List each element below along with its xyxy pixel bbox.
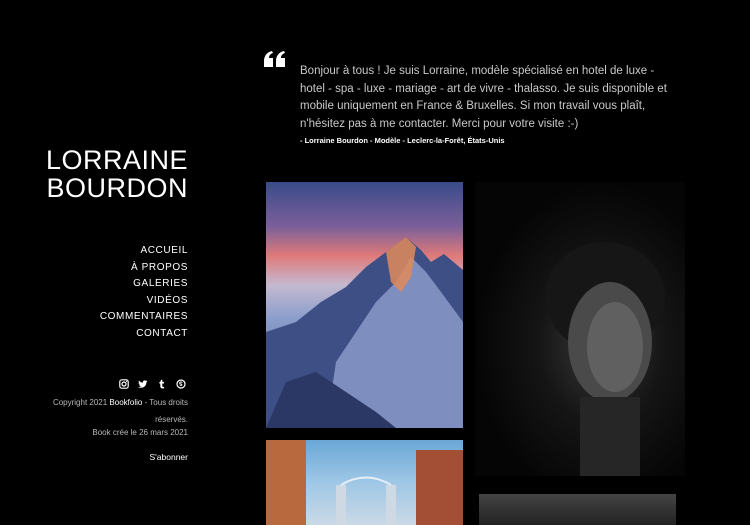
copyright-prefix: Copyright 2021 [52,398,110,407]
quote-icon [264,51,286,71]
gallery-photo-mountain[interactable] [266,182,463,428]
quote-text: Bonjour à tous ! Je suis Lorraine, modèl… [300,65,667,130]
main-nav: ACCUEIL À PROPOS GALERIES VIDÉOS COMMENT… [100,243,188,342]
social-links [119,379,186,389]
bookfolio-link[interactable]: Bookfolio [109,398,142,407]
nav-item-commentaires[interactable]: COMMENTAIRES [100,309,188,326]
skype-icon[interactable] [176,379,186,389]
gallery-photo-bridge[interactable] [266,440,463,525]
site-title[interactable]: LORRAINE BOURDON [0,146,188,202]
nav-item-accueil[interactable]: ACCUEIL [100,243,188,260]
creation-date: Book crée le 26 mars 2021 [92,428,188,437]
quote-author: - Lorraine Bourdon - Modèle - Leclerc-la… [300,136,505,145]
sidebar: LORRAINE BOURDON ACCUEIL À PROPOS GALERI… [0,0,196,525]
copyright-text: Copyright 2021 Bookfolio - Tous droits r… [28,395,188,428]
instagram-icon[interactable] [119,379,129,389]
site-title-line2: BOURDON [46,173,188,203]
tumblr-icon[interactable] [157,379,167,389]
nav-item-a-propos[interactable]: À PROPOS [100,260,188,277]
copyright-suffix: - Tous droits réservés. [142,398,188,424]
twitter-icon[interactable] [138,379,148,389]
nav-item-videos[interactable]: VIDÉOS [100,293,188,310]
site-title-line1: LORRAINE [45,145,188,175]
nav-item-contact[interactable]: CONTACT [100,326,188,343]
gallery-photo-portrait[interactable] [475,182,685,476]
subscribe-link[interactable]: S'abonner [150,452,189,462]
nav-item-galeries[interactable]: GALERIES [100,276,188,293]
gallery-photo-studio[interactable] [479,494,676,525]
